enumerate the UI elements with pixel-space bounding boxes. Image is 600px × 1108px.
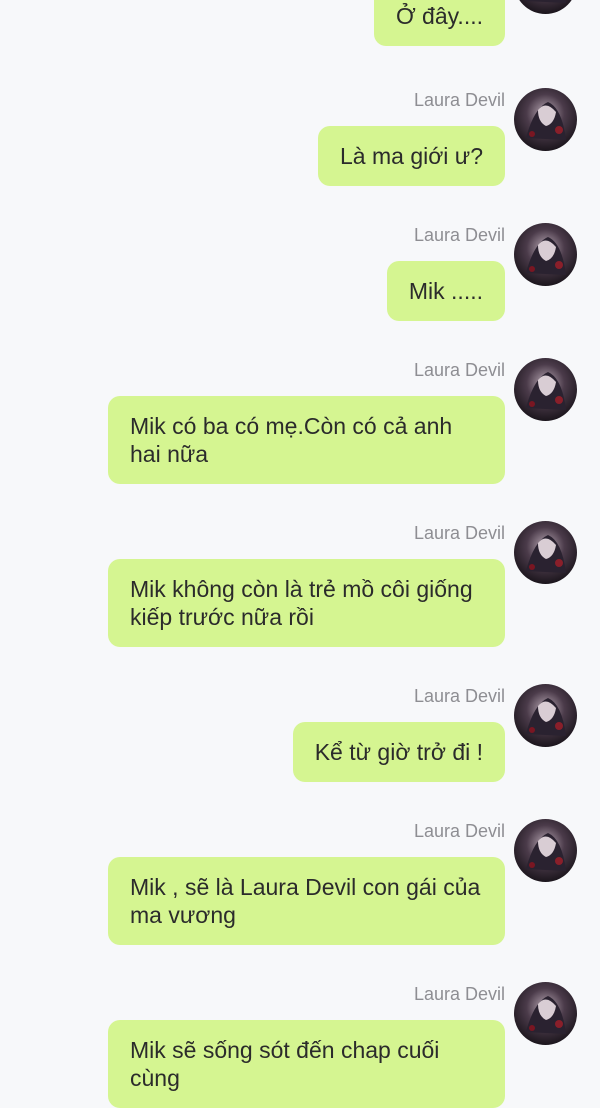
avatar[interactable] [514,684,577,747]
message-bubble: Mik , sẽ là Laura Devil con gái của ma v… [108,857,505,945]
sender-name: Laura Devil [413,821,505,841]
sender-name: Laura Devil [413,225,505,245]
sender-name: Laura Devil [413,686,505,706]
avatar[interactable] [514,982,577,1045]
message-bubble: Ở đây.... [373,0,505,46]
sender-name: Laura Devil [413,360,505,380]
chat-thread: Ở đây.... Laura Devil Là ma giới ư? Laur… [0,0,600,1108]
avatar[interactable] [514,819,577,882]
message-bubble: Kể từ giờ trở đi ! [292,722,505,782]
message-bubble: Mik sẽ sống sót đến chap cuối cùng [108,1020,505,1108]
message-bubble: Mik có ba có mẹ.Còn có cả anh hai nữa [108,396,505,484]
sender-name: Laura Devil [413,984,505,1004]
message-bubble: Mik ..... [386,261,505,321]
sender-name: Laura Devil [413,523,505,543]
avatar[interactable] [514,358,577,421]
avatar[interactable] [514,223,577,286]
avatar[interactable] [514,521,577,584]
sender-name: Laura Devil [413,90,505,110]
avatar[interactable] [514,0,577,14]
message-bubble: Là ma giới ư? [318,126,505,186]
message-bubble: Mik không còn là trẻ mồ côi giống kiếp t… [108,559,505,647]
avatar[interactable] [514,88,577,151]
